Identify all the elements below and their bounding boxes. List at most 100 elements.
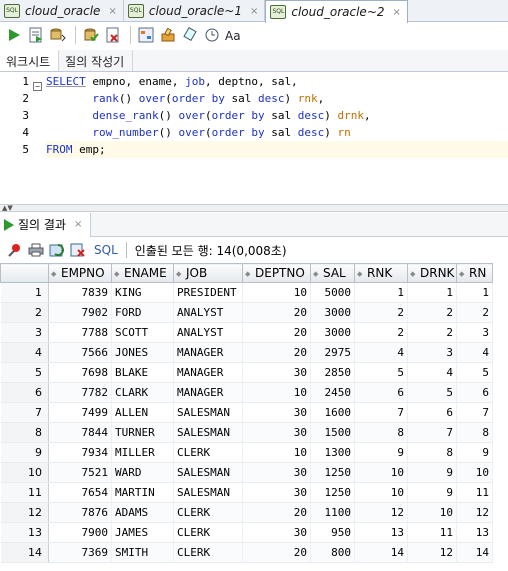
cell-rnk[interactable]: 14 — [354, 542, 408, 563]
close-icon[interactable]: × — [108, 6, 116, 17]
commit-icon[interactable] — [81, 25, 101, 45]
cell-sal[interactable]: 800 — [310, 542, 355, 563]
cell-job[interactable]: SALESMAN — [173, 462, 243, 483]
cell-deptno[interactable]: 10 — [242, 442, 311, 463]
cell-drnk[interactable]: 9 — [407, 462, 457, 483]
tab-worksheet[interactable]: 워크시트 — [0, 50, 60, 71]
cell-rn[interactable]: 9 — [456, 442, 493, 463]
tab-query-builder[interactable]: 질의 작성기 — [59, 50, 134, 71]
cell-rnk[interactable]: 1 — [354, 282, 408, 303]
cell-empno[interactable]: 7698 — [48, 362, 112, 383]
cell-ename[interactable]: SCOTT — [111, 322, 174, 343]
cell-sal[interactable]: 5000 — [310, 282, 355, 303]
cell-drnk[interactable]: 6 — [407, 402, 457, 423]
clear-icon[interactable] — [180, 25, 200, 45]
cell-drnk[interactable]: 1 — [407, 282, 457, 303]
cell-ename[interactable]: FORD — [111, 302, 174, 323]
cell-rnk[interactable]: 6 — [354, 382, 408, 403]
cell-empno[interactable]: 7499 — [48, 402, 112, 423]
cell-sal[interactable]: 950 — [310, 522, 355, 543]
cell-rn[interactable]: 8 — [456, 422, 493, 443]
cell-sal[interactable]: 1500 — [310, 422, 355, 443]
cell-deptno[interactable]: 30 — [242, 402, 311, 423]
cell-job[interactable]: MANAGER — [173, 342, 243, 363]
cell-sal[interactable]: 1100 — [310, 502, 355, 523]
cell-drnk[interactable]: 12 — [407, 542, 457, 563]
cell-ename[interactable]: SMITH — [111, 542, 174, 563]
table-row[interactable]: 7 7499 ALLEN SALESMAN 30 1600 7 6 7 — [0, 402, 493, 423]
code-area[interactable]: SELECT empno, ename, job, deptno, sal, r… — [46, 73, 508, 158]
tab-cloud-oracle-1[interactable]: SQL cloud_oracle~1 × — [124, 0, 266, 22]
cell-ename[interactable]: MARTIN — [111, 482, 174, 503]
cell-rn[interactable]: 6 — [456, 382, 493, 403]
cell-drnk[interactable]: 3 — [407, 342, 457, 363]
cell-deptno[interactable]: 30 — [242, 362, 311, 383]
cell-rnk[interactable]: 4 — [354, 342, 408, 363]
cell-ename[interactable]: JONES — [111, 342, 174, 363]
table-row[interactable]: 4 7566 JONES MANAGER 20 2975 4 3 4 — [0, 342, 493, 363]
cancel-query-icon[interactable] — [69, 241, 87, 259]
cell-sal[interactable]: 1300 — [310, 442, 355, 463]
cell-deptno[interactable]: 20 — [242, 322, 311, 343]
cell-drnk[interactable]: 8 — [407, 442, 457, 463]
cell-job[interactable]: SALESMAN — [173, 482, 243, 503]
cell-deptno[interactable]: 20 — [242, 542, 311, 563]
cell-ename[interactable]: BLAKE — [111, 362, 174, 383]
cell-job[interactable]: MANAGER — [173, 362, 243, 383]
cell-deptno[interactable]: 20 — [242, 502, 311, 523]
run-statement-icon[interactable] — [4, 25, 24, 45]
cell-rnk[interactable]: 10 — [354, 482, 408, 503]
cell-empno[interactable]: 7900 — [48, 522, 112, 543]
table-row[interactable]: 8 7844 TURNER SALESMAN 30 1500 8 7 8 — [0, 422, 493, 443]
cell-deptno[interactable]: 20 — [242, 342, 311, 363]
cell-ename[interactable]: TURNER — [111, 422, 174, 443]
cell-deptno[interactable]: 30 — [242, 422, 311, 443]
cell-rn[interactable]: 2 — [456, 302, 493, 323]
cell-rnk[interactable]: 13 — [354, 522, 408, 543]
cell-empno[interactable]: 7566 — [48, 342, 112, 363]
cell-rn[interactable]: 7 — [456, 402, 493, 423]
table-row[interactable]: 14 7369 SMITH CLERK 20 800 14 12 14 — [0, 542, 493, 563]
panel-splitter[interactable]: ▲▼ — [0, 204, 508, 212]
cell-empno[interactable]: 7782 — [48, 382, 112, 403]
tab-query-result[interactable]: 질의 결과 × — [0, 212, 92, 237]
cell-rn[interactable]: 1 — [456, 282, 493, 303]
cell-ename[interactable]: JAMES — [111, 522, 174, 543]
column-header-drnk[interactable]: ◆ DRNK — [407, 263, 457, 283]
pin-icon[interactable] — [6, 241, 24, 259]
column-header-empno[interactable]: ◆ EMPNO — [48, 263, 112, 283]
cell-rnk[interactable]: 2 — [354, 302, 408, 323]
column-header-sal[interactable]: ◆ SAL — [310, 263, 355, 283]
cell-drnk[interactable]: 2 — [407, 322, 457, 343]
autocommit-icon[interactable] — [48, 25, 68, 45]
table-row[interactable]: 1 7839 KING PRESIDENT 10 5000 1 1 1 — [0, 282, 493, 303]
cell-ename[interactable]: WARD — [111, 462, 174, 483]
close-icon[interactable]: × — [250, 6, 258, 17]
sql-editor[interactable]: 1 2 3 4 5 − SELECT empno, ename, job, de… — [0, 73, 508, 203]
table-row[interactable]: 6 7782 CLARK MANAGER 10 2450 6 5 6 — [0, 382, 493, 403]
cell-sal[interactable]: 2975 — [310, 342, 355, 363]
cell-drnk[interactable]: 2 — [407, 302, 457, 323]
table-row[interactable]: 5 7698 BLAKE MANAGER 30 2850 5 4 5 — [0, 362, 493, 383]
cell-empno[interactable]: 7369 — [48, 542, 112, 563]
cell-ename[interactable]: KING — [111, 282, 174, 303]
cell-rnk[interactable]: 10 — [354, 462, 408, 483]
cell-empno[interactable]: 7876 — [48, 502, 112, 523]
column-header-ename[interactable]: ◆ ENAME — [111, 263, 174, 283]
cell-job[interactable]: ANALYST — [173, 302, 243, 323]
cell-drnk[interactable]: 4 — [407, 362, 457, 383]
cell-rnk[interactable]: 2 — [354, 322, 408, 343]
cell-empno[interactable]: 7521 — [48, 462, 112, 483]
cell-sal[interactable]: 1250 — [310, 462, 355, 483]
cell-empno[interactable]: 7788 — [48, 322, 112, 343]
cell-ename[interactable]: ALLEN — [111, 402, 174, 423]
cell-empno[interactable]: 7934 — [48, 442, 112, 463]
cell-deptno[interactable]: 10 — [242, 282, 311, 303]
cell-job[interactable]: SALESMAN — [173, 422, 243, 443]
format-icon[interactable]: Aa — [224, 25, 244, 45]
cell-rnk[interactable]: 12 — [354, 502, 408, 523]
cell-job[interactable]: CLERK — [173, 502, 243, 523]
table-row[interactable]: 9 7934 MILLER CLERK 10 1300 9 8 9 — [0, 442, 493, 463]
cell-deptno[interactable]: 30 — [242, 462, 311, 483]
table-row[interactable]: 12 7876 ADAMS CLERK 20 1100 12 10 12 — [0, 502, 493, 523]
